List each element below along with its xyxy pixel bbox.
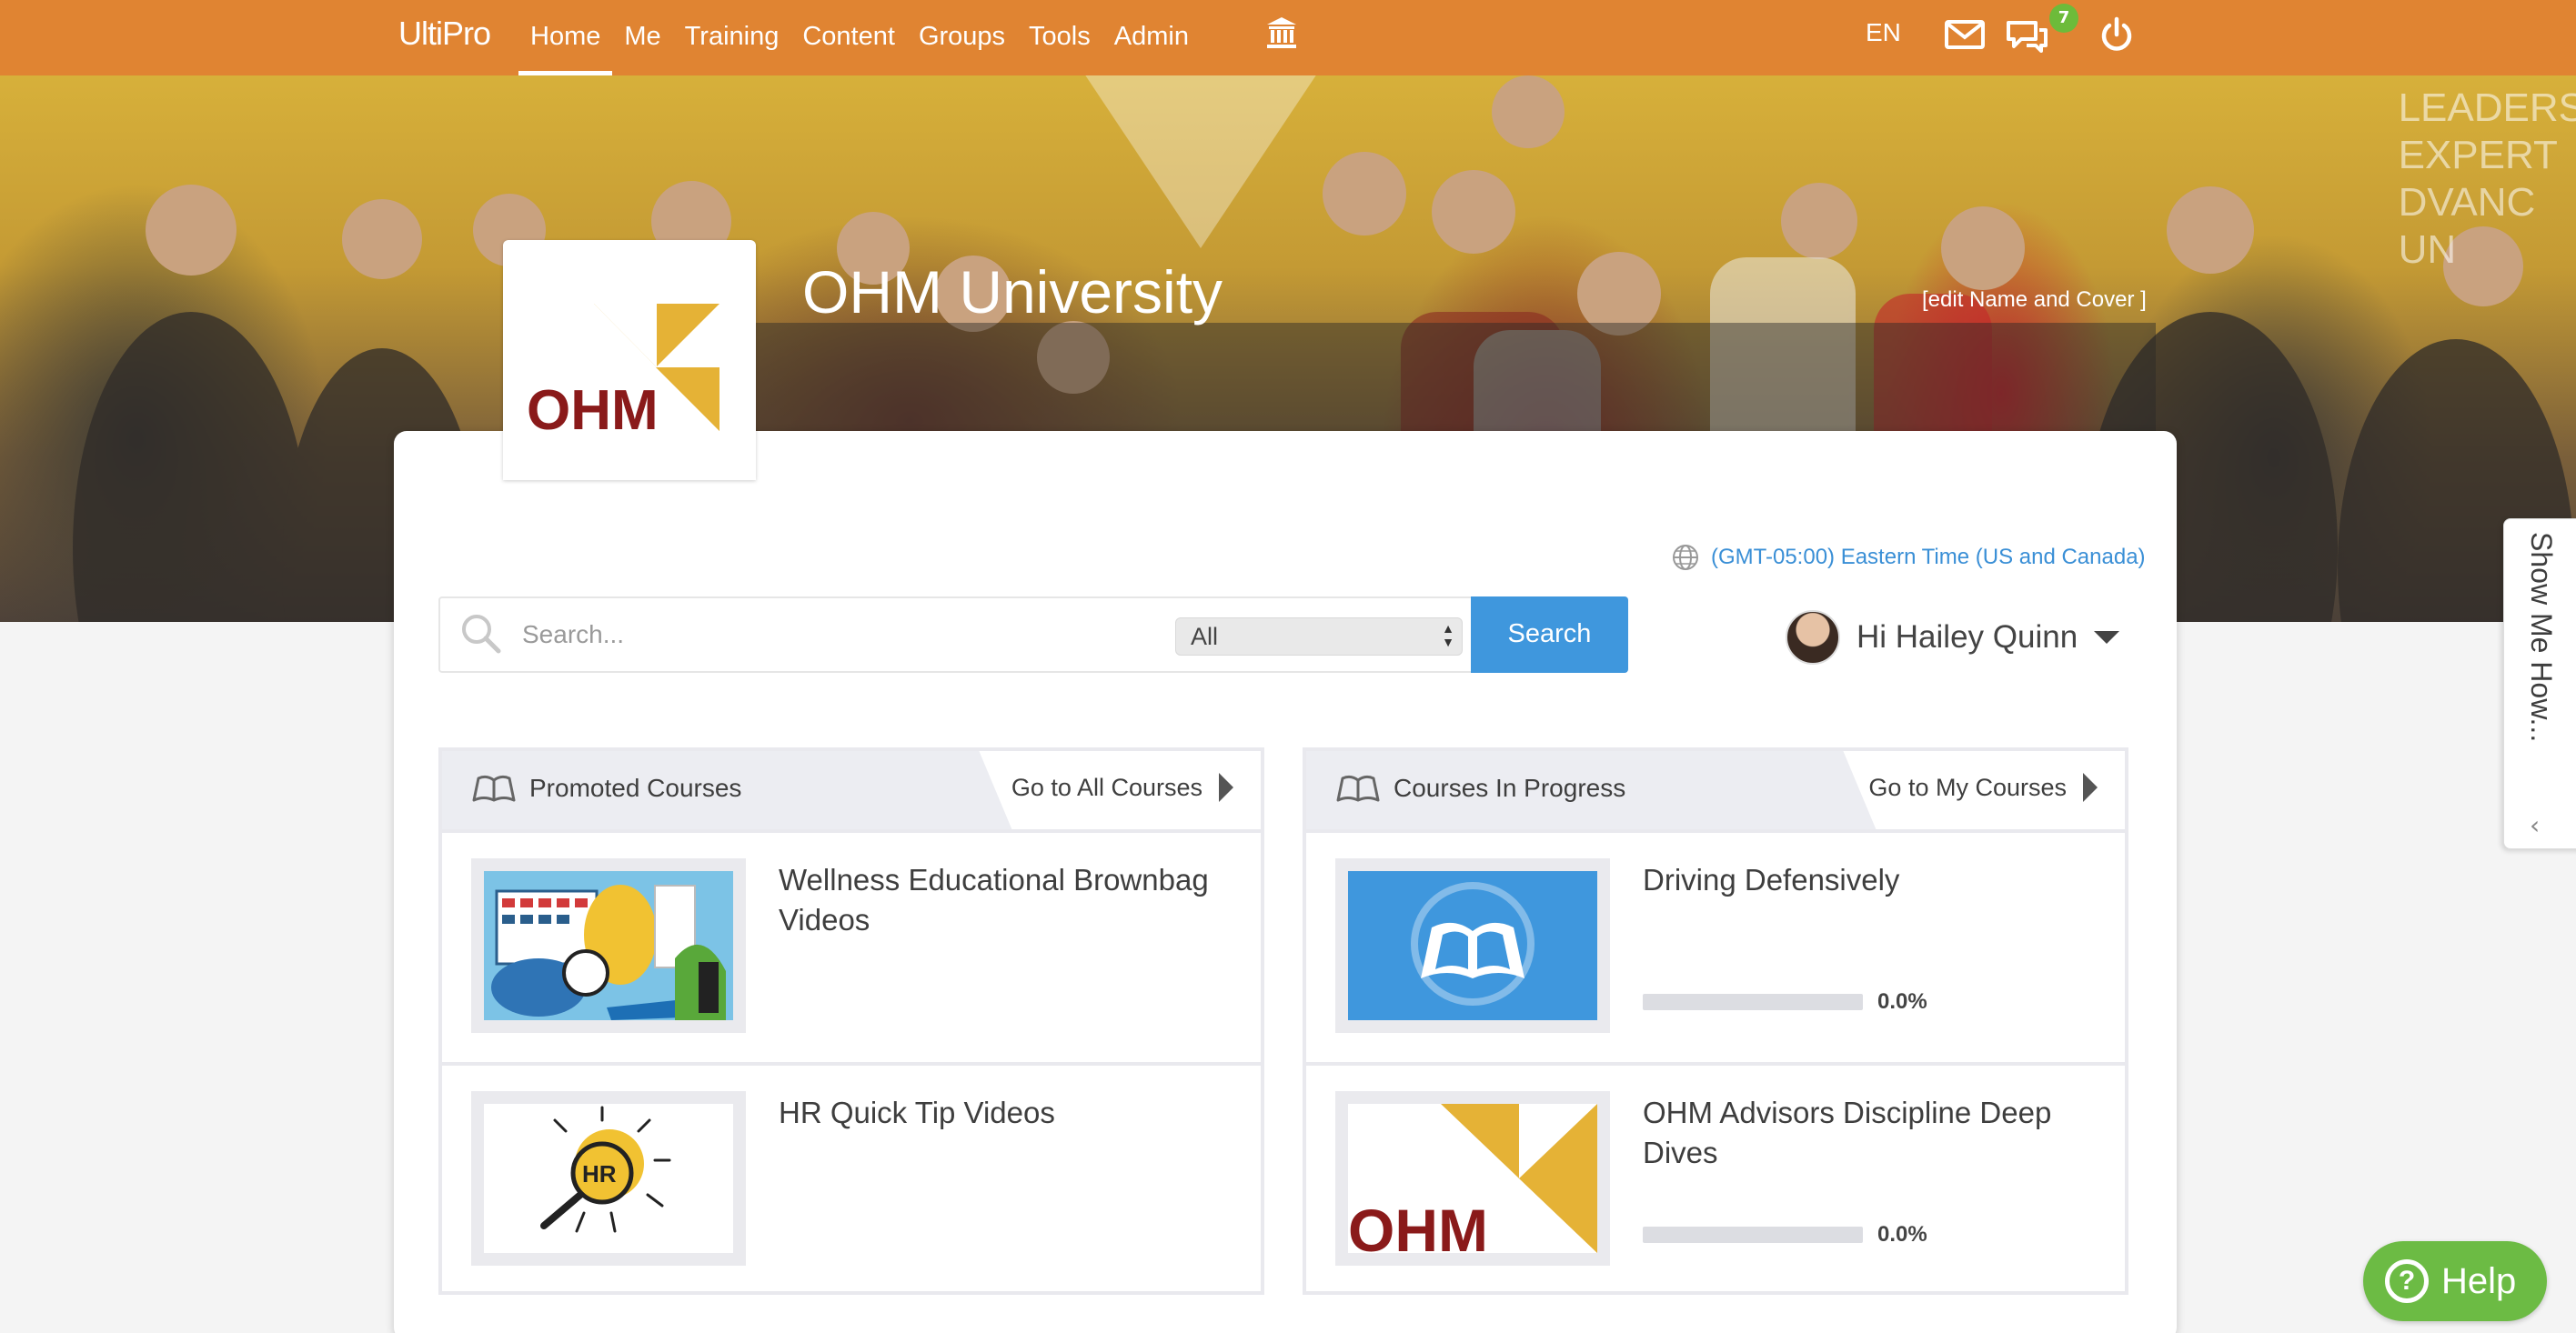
nav-admin[interactable]: Admin <box>1102 0 1201 75</box>
brand-logo[interactable]: UltiPro <box>398 15 491 53</box>
help-label: Help <box>2441 1260 2517 1301</box>
svg-text:OHM: OHM <box>1348 1197 1488 1253</box>
chevron-down-icon <box>2094 631 2120 644</box>
avatar <box>1786 610 1840 665</box>
arrow-right-icon <box>2083 773 2098 802</box>
top-navigation-bar: UltiPro Home Me Training Content Groups … <box>0 0 2576 75</box>
user-greeting: Hi Hailey Quinn <box>1857 619 2078 655</box>
chevron-left-icon: ‹ <box>2530 810 2541 840</box>
user-menu[interactable]: Hi Hailey Quinn <box>1786 610 2120 665</box>
panel-header: Promoted Courses Go to All Courses <box>442 751 1261 829</box>
mail-icon[interactable] <box>1945 20 1985 49</box>
panel-title: Courses In Progress <box>1335 773 1625 804</box>
ohm-logo-mark: OHM <box>527 304 719 442</box>
show-me-how-label: Show Me How... <box>2525 532 2558 743</box>
courses-in-progress-panel: Courses In Progress Go to My Courses Dri… <box>1303 747 2128 1295</box>
go-to-my-courses-link[interactable]: Go to My Courses <box>1868 773 2098 802</box>
nav-training[interactable]: Training <box>673 0 791 75</box>
nav-me[interactable]: Me <box>612 0 672 75</box>
svg-text:HR: HR <box>582 1160 617 1188</box>
course-thumbnail <box>471 858 746 1033</box>
org-logo: OHM <box>503 240 756 480</box>
svg-text:OHM: OHM <box>527 379 659 442</box>
select-arrows-icon: ▲ ▼ <box>1442 621 1454 649</box>
course-item[interactable]: Driving Defensively 0.0% <box>1306 829 2125 1062</box>
show-me-how-tab[interactable]: Show Me How... ‹ <box>2503 518 2576 849</box>
edit-name-cover-link[interactable]: [edit Name and Cover ] <box>1922 287 2147 313</box>
notification-badge: 7 <box>2049 4 2078 33</box>
progress-percent: 0.0% <box>1877 1222 1927 1247</box>
course-title[interactable]: Wellness Educational Brownbag Videos <box>779 860 1233 940</box>
book-icon <box>1411 882 1535 1006</box>
open-book-icon <box>472 775 516 802</box>
course-item[interactable]: Wellness Educational Brownbag Videos <box>442 829 1261 1062</box>
main-nav: Home Me Training Content Groups Tools Ad… <box>518 0 1201 75</box>
search-button[interactable]: Search <box>1471 596 1628 673</box>
question-icon: ? <box>2385 1259 2429 1303</box>
course-progress: 0.0% <box>1643 989 1927 1015</box>
search-filter-select[interactable]: All ▲ ▼ <box>1175 617 1463 656</box>
search-icon <box>462 615 501 654</box>
nav-tools[interactable]: Tools <box>1017 0 1102 75</box>
help-button[interactable]: ? Help <box>2363 1241 2547 1321</box>
nav-home[interactable]: Home <box>518 0 613 75</box>
timezone-link[interactable]: (GMT-05:00) Eastern Time (US and Canada) <box>1671 543 2146 572</box>
course-thumbnail <box>1335 858 1610 1033</box>
wellness-illustration <box>484 871 733 1020</box>
language-selector[interactable]: EN <box>1866 18 1901 47</box>
timezone-label: (GMT-05:00) Eastern Time (US and Canada) <box>1711 545 2146 569</box>
hr-magnifier-illustration: HR <box>540 1106 671 1233</box>
progress-bar <box>1643 1227 1863 1243</box>
search-input[interactable] <box>522 606 1159 663</box>
open-book-icon <box>1336 775 1380 802</box>
arrow-right-icon <box>1219 773 1233 802</box>
progress-percent: 0.0% <box>1877 989 1927 1014</box>
institution-icon[interactable] <box>1265 15 1298 50</box>
nav-content[interactable]: Content <box>790 0 907 75</box>
course-thumbnail: OHM <box>1335 1091 1610 1266</box>
ohm-logo-thumbnail: OHM <box>1348 1104 1597 1253</box>
power-icon[interactable] <box>2099 16 2134 53</box>
page-title: OHM University <box>802 258 1223 326</box>
chat-icon[interactable] <box>2005 20 2048 53</box>
panel-title: Promoted Courses <box>471 773 741 804</box>
globe-icon <box>1673 545 1698 570</box>
course-thumbnail: HR <box>471 1091 746 1266</box>
progress-bar <box>1643 994 1863 1010</box>
course-item[interactable]: HR HR Quick Tip Videos <box>442 1062 1261 1295</box>
promoted-courses-panel: Promoted Courses Go to All Courses Welln… <box>438 747 1264 1295</box>
cover-wall-text: LEADERS EXPERT DVANC UN <box>2398 85 2576 272</box>
course-title[interactable]: HR Quick Tip Videos <box>779 1093 1233 1133</box>
search-filter-value: All <box>1191 623 1219 650</box>
course-item[interactable]: OHM OHM Advisors Discipline Deep Dives 0… <box>1306 1062 2125 1295</box>
panel-header: Courses In Progress Go to My Courses <box>1306 751 2125 829</box>
course-title[interactable]: OHM Advisors Discipline Deep Dives <box>1643 1093 2098 1173</box>
course-title[interactable]: Driving Defensively <box>1643 860 2098 900</box>
go-to-all-courses-link[interactable]: Go to All Courses <box>1011 773 1233 802</box>
nav-groups[interactable]: Groups <box>907 0 1017 75</box>
title-strip <box>755 323 2156 432</box>
course-progress: 0.0% <box>1643 1222 1927 1248</box>
